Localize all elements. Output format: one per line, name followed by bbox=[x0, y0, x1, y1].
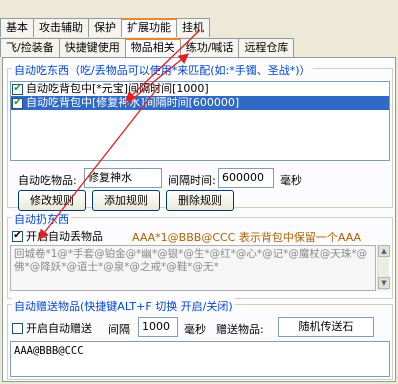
interval-input[interactable]: 600000 bbox=[218, 168, 274, 188]
list-item[interactable]: ✔ 自动吃背包中[修复神水]间隔时间[600000] bbox=[11, 96, 389, 110]
modify-rule-button[interactable]: 修改规则 bbox=[18, 190, 86, 211]
auto-eat-title: 自动吃东西（吃/丢物品可以使用*来匹配(如:*手镯、圣战*)） bbox=[12, 62, 313, 78]
drop-scrollbar[interactable]: ▲ ▼ bbox=[377, 245, 390, 291]
tab-remote-storage[interactable]: 远程仓库 bbox=[238, 38, 295, 57]
scroll-up-icon[interactable]: ▲ bbox=[378, 245, 390, 257]
enable-drop-checkbox[interactable]: ✔ 开启自动丢物品 bbox=[12, 228, 103, 244]
drop-items-textarea[interactable]: 回城卷*1@*手套@铂金@*幽*@银*@生*@红*@心*@记*@魔杖@天珠*@佛… bbox=[10, 245, 376, 291]
checkbox[interactable]: ✔ bbox=[12, 230, 23, 242]
tab-idle[interactable]: 挂机 bbox=[176, 18, 210, 37]
tab-fly-pickup[interactable]: 飞/捡装备 bbox=[0, 38, 60, 57]
tab-extensions[interactable]: 扩展功能 bbox=[121, 18, 177, 37]
eat-rule-list[interactable]: ✔ 自动吃背包中[*元宝]间隔时间[1000] ✔ 自动吃背包中[修复神水]间隔… bbox=[10, 81, 390, 161]
auto-drop-group: 自动扔东西 ✔ 开启自动丢物品 AAA*1@BBB@CCC 表示背包中保留一个A… bbox=[7, 211, 393, 299]
tab-hotkey-use[interactable]: 快捷键使用 bbox=[58, 38, 126, 57]
auto-gift-title: 自动赠送物品(快捷键ALT+F 切换 开启/关闭) bbox=[12, 298, 235, 314]
tab-training-shout[interactable]: 练功/喊话 bbox=[179, 38, 240, 57]
gift-item-input[interactable]: 随机传送石 bbox=[278, 317, 374, 337]
gift-interval-label: 间隔 bbox=[108, 323, 130, 336]
enable-gift-checkbox[interactable]: 开启自动赠送 bbox=[12, 320, 92, 336]
interval-label: 间隔时间: bbox=[168, 174, 216, 187]
eat-item-input[interactable]: 修复神水 bbox=[84, 168, 162, 188]
tab-panel: 自动吃东西（吃/丢物品可以使用*来匹配(如:*手镯、圣战*)） ✔ 自动吃背包中… bbox=[2, 57, 396, 382]
checkbox[interactable] bbox=[12, 322, 23, 334]
list-item[interactable]: ✔ 自动吃背包中[*元宝]间隔时间[1000] bbox=[11, 82, 389, 96]
enable-gift-label: 开启自动赠送 bbox=[26, 322, 92, 335]
tab-protect[interactable]: 保护 bbox=[88, 18, 122, 37]
enable-drop-label: 开启自动丢物品 bbox=[26, 230, 103, 243]
interval-unit: 毫秒 bbox=[280, 174, 302, 187]
scroll-down-icon[interactable]: ▼ bbox=[378, 277, 390, 289]
auto-gift-group: 自动赠送物品(快捷键ALT+F 切换 开启/关闭) 开启自动赠送 间隔 1000… bbox=[7, 298, 393, 380]
tab-attack-assist[interactable]: 攻击辅助 bbox=[33, 18, 89, 37]
drop-hint-text: AAA*1@BBB@CCC 表示背包中保留一个AAA bbox=[132, 231, 362, 244]
eat-item-label: 自动吃物品: bbox=[18, 174, 77, 187]
checkbox[interactable]: ✔ bbox=[12, 83, 23, 95]
gift-interval-input[interactable]: 1000 bbox=[138, 317, 178, 337]
gift-item-label: 赠送物品: bbox=[216, 323, 264, 336]
auto-drop-title: 自动扔东西 bbox=[12, 211, 71, 227]
tab-row-top: 基本 攻击辅助 保护 扩展功能 挂机 bbox=[0, 18, 210, 37]
tab-basic[interactable]: 基本 bbox=[0, 18, 34, 37]
delete-rule-button[interactable]: 删除规则 bbox=[166, 190, 234, 211]
checkbox[interactable]: ✔ bbox=[12, 97, 23, 109]
tab-item-related[interactable]: 物品相关 bbox=[124, 38, 181, 57]
list-item-label: 自动吃背包中[修复神水]间隔时间[600000] bbox=[26, 96, 240, 109]
auto-eat-group: 自动吃东西（吃/丢物品可以使用*来匹配(如:*手镯、圣战*)） ✔ 自动吃背包中… bbox=[7, 62, 393, 211]
tab-row-bottom: 飞/捡装备 快捷键使用 物品相关 练功/喊话 远程仓库 bbox=[0, 38, 295, 57]
list-item-label: 自动吃背包中[*元宝]间隔时间[1000] bbox=[26, 82, 209, 95]
gift-interval-unit: 毫秒 bbox=[184, 323, 206, 336]
add-rule-button[interactable]: 添加规则 bbox=[92, 190, 160, 211]
gift-items-textarea[interactable]: AAA@BBB@CCC bbox=[10, 341, 390, 377]
